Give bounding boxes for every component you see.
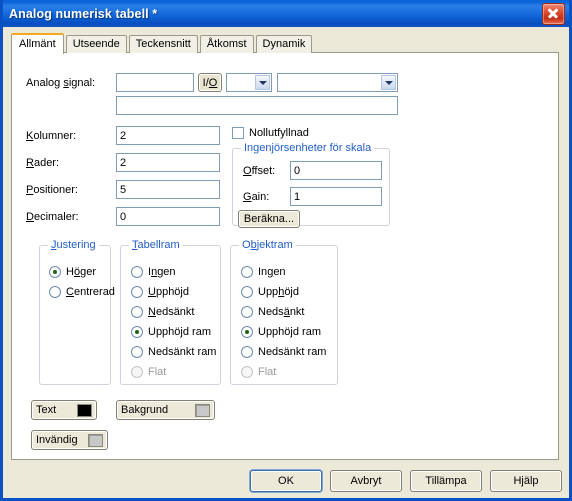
help-button[interactable]: Hjälp [490, 470, 562, 492]
window-title: Analog numerisk tabell * [9, 6, 158, 21]
radio-label: Upphöjd ram [148, 326, 211, 338]
radio-label: Höger [66, 266, 96, 278]
positioner-input[interactable] [116, 180, 220, 199]
chevron-down-icon[interactable] [381, 75, 396, 90]
scale-group-title: Ingenjörsenheter för skala [241, 142, 375, 154]
radio-tabellram-flat: Flat [131, 366, 166, 378]
chevron-down-icon[interactable] [255, 75, 270, 90]
radio-dot-icon[interactable] [241, 266, 253, 278]
inner-color-button[interactable]: Invändig [31, 430, 108, 450]
radio-objektram-ingen[interactable]: Ingen [241, 266, 286, 278]
radio-dot-icon[interactable] [131, 266, 143, 278]
radio-objektram-nedsankt[interactable]: Nedsänkt [241, 306, 305, 318]
radio-dot-icon[interactable] [241, 346, 253, 358]
signal-description-input[interactable] [116, 96, 398, 115]
radio-dot-icon[interactable] [49, 286, 61, 298]
close-icon[interactable] [542, 2, 565, 25]
radio-objektram-upphojd[interactable]: Upphöjd [241, 286, 299, 298]
background-color-button[interactable]: Bakgrund [116, 400, 215, 420]
positioner-label: Positioner: [26, 184, 78, 196]
radio-label: Flat [148, 366, 167, 378]
tab-dynamik[interactable]: Dynamik [255, 35, 313, 53]
radio-objektram-nedsankt-ram[interactable]: Nedsänkt ram [241, 346, 326, 358]
tab-allmant[interactable]: Allmänt [11, 33, 64, 54]
radio-objektram-upphojd-ram[interactable]: Upphöjd ram [241, 326, 321, 338]
apply-button[interactable]: Tillämpa [410, 470, 482, 492]
decimaler-input[interactable] [116, 207, 220, 226]
radio-justering-centrerad[interactable]: Centrerad [49, 286, 115, 298]
inner-color-label: Invändig [36, 434, 78, 446]
background-color-label: Bakgrund [121, 404, 169, 416]
tabellram-group-title: Tabellram [129, 239, 183, 251]
radio-dot-icon [131, 366, 143, 378]
gain-label: Gain: [243, 191, 270, 203]
nollutfyllnad-label: Nollutfyllnad [249, 127, 309, 139]
radio-tabellram-nedsankt[interactable]: Nedsänkt [131, 306, 194, 318]
text-color-button[interactable]: Text [31, 400, 97, 420]
gain-input[interactable] [290, 187, 382, 206]
radio-label: Flat [258, 366, 277, 378]
inner-color-swatch[interactable] [88, 433, 103, 447]
berakna-button[interactable]: Beräkna... [238, 210, 300, 228]
signal-type-combo[interactable] [226, 73, 272, 92]
io-button[interactable]: I/O [198, 73, 222, 92]
tab-teckensnitt[interactable]: Teckensnitt [128, 35, 198, 53]
radio-label: Nedsänkt ram [258, 346, 327, 358]
radio-dot-icon[interactable] [241, 326, 253, 338]
justering-group-title: Justering [48, 239, 99, 251]
radio-label: Nedsänkt [148, 306, 195, 318]
analog-signal-label: Analog signal: [26, 77, 96, 89]
radio-label: Centrerad [66, 286, 115, 298]
offset-input[interactable] [290, 161, 382, 180]
signal-detail-combo[interactable] [277, 73, 398, 92]
analog-signal-input[interactable] [116, 73, 194, 92]
radio-label: Upphöjd [258, 286, 299, 298]
radio-dot-icon[interactable] [131, 286, 143, 298]
tabellram-group: Tabellram Ingen Upphöjd Nedsänkt Upphöjd… [120, 239, 221, 385]
tab-strip: Allmänt Utseende Teckensnitt Åtkomst Dyn… [11, 33, 314, 54]
nollutfyllnad-checkbox[interactable]: Nollutfyllnad [232, 127, 309, 139]
radio-tabellram-upphojd-ram[interactable]: Upphöjd ram [131, 326, 211, 338]
radio-label: Ingen [148, 266, 176, 278]
radio-tabellram-nedsankt-ram[interactable]: Nedsänkt ram [131, 346, 216, 358]
radio-label: Nedsänkt ram [148, 346, 217, 358]
tab-atkomst[interactable]: Åtkomst [199, 35, 254, 53]
offset-label: Offset: [243, 165, 276, 177]
decimaler-label: Decimaler: [26, 211, 79, 223]
cancel-button[interactable]: Avbryt [330, 470, 402, 492]
tab-panel-allmant: Analog signal: I/O Kolumner: Rader: Posi… [11, 52, 559, 460]
justering-group: Justering Höger Centrerad [39, 239, 115, 385]
radio-label: Ingen [258, 266, 286, 278]
text-color-label: Text [36, 404, 57, 416]
radio-tabellram-upphojd[interactable]: Upphöjd [131, 286, 189, 298]
radio-objektram-flat: Flat [241, 366, 276, 378]
radio-dot-icon[interactable] [131, 326, 143, 338]
rader-input[interactable] [116, 153, 220, 172]
radio-tabellram-ingen[interactable]: Ingen [131, 266, 176, 278]
background-color-swatch[interactable] [195, 403, 210, 417]
scale-group: Ingenjörsenheter för skala Offset: Gain:… [232, 142, 390, 228]
radio-label: Nedsänkt [258, 306, 305, 318]
radio-label: Upphöjd [148, 286, 189, 298]
radio-dot-icon[interactable] [131, 306, 143, 318]
rader-label: Rader: [26, 157, 60, 169]
tab-utseende[interactable]: Utseende [65, 35, 127, 53]
radio-dot-icon [241, 366, 253, 378]
title-bar: Analog numerisk tabell * [3, 0, 569, 27]
checkbox-box[interactable] [232, 127, 244, 139]
kolumner-input[interactable] [116, 126, 220, 145]
radio-dot-icon[interactable] [49, 266, 61, 278]
ok-button[interactable]: OK [250, 470, 322, 492]
objektram-group: Objektram Ingen Upphöjd Nedsänkt Upphöjd… [230, 239, 338, 385]
radio-dot-icon[interactable] [131, 346, 143, 358]
text-color-swatch[interactable] [77, 403, 92, 417]
radio-dot-icon[interactable] [241, 306, 253, 318]
radio-justering-hoger[interactable]: Höger [49, 266, 96, 278]
radio-dot-icon[interactable] [241, 286, 253, 298]
objektram-group-title: Objektram [239, 239, 296, 251]
radio-label: Upphöjd ram [258, 326, 321, 338]
dialog-window: Analog numerisk tabell * Allmänt Utseend… [0, 0, 572, 501]
kolumner-label: Kolumner: [26, 130, 77, 142]
